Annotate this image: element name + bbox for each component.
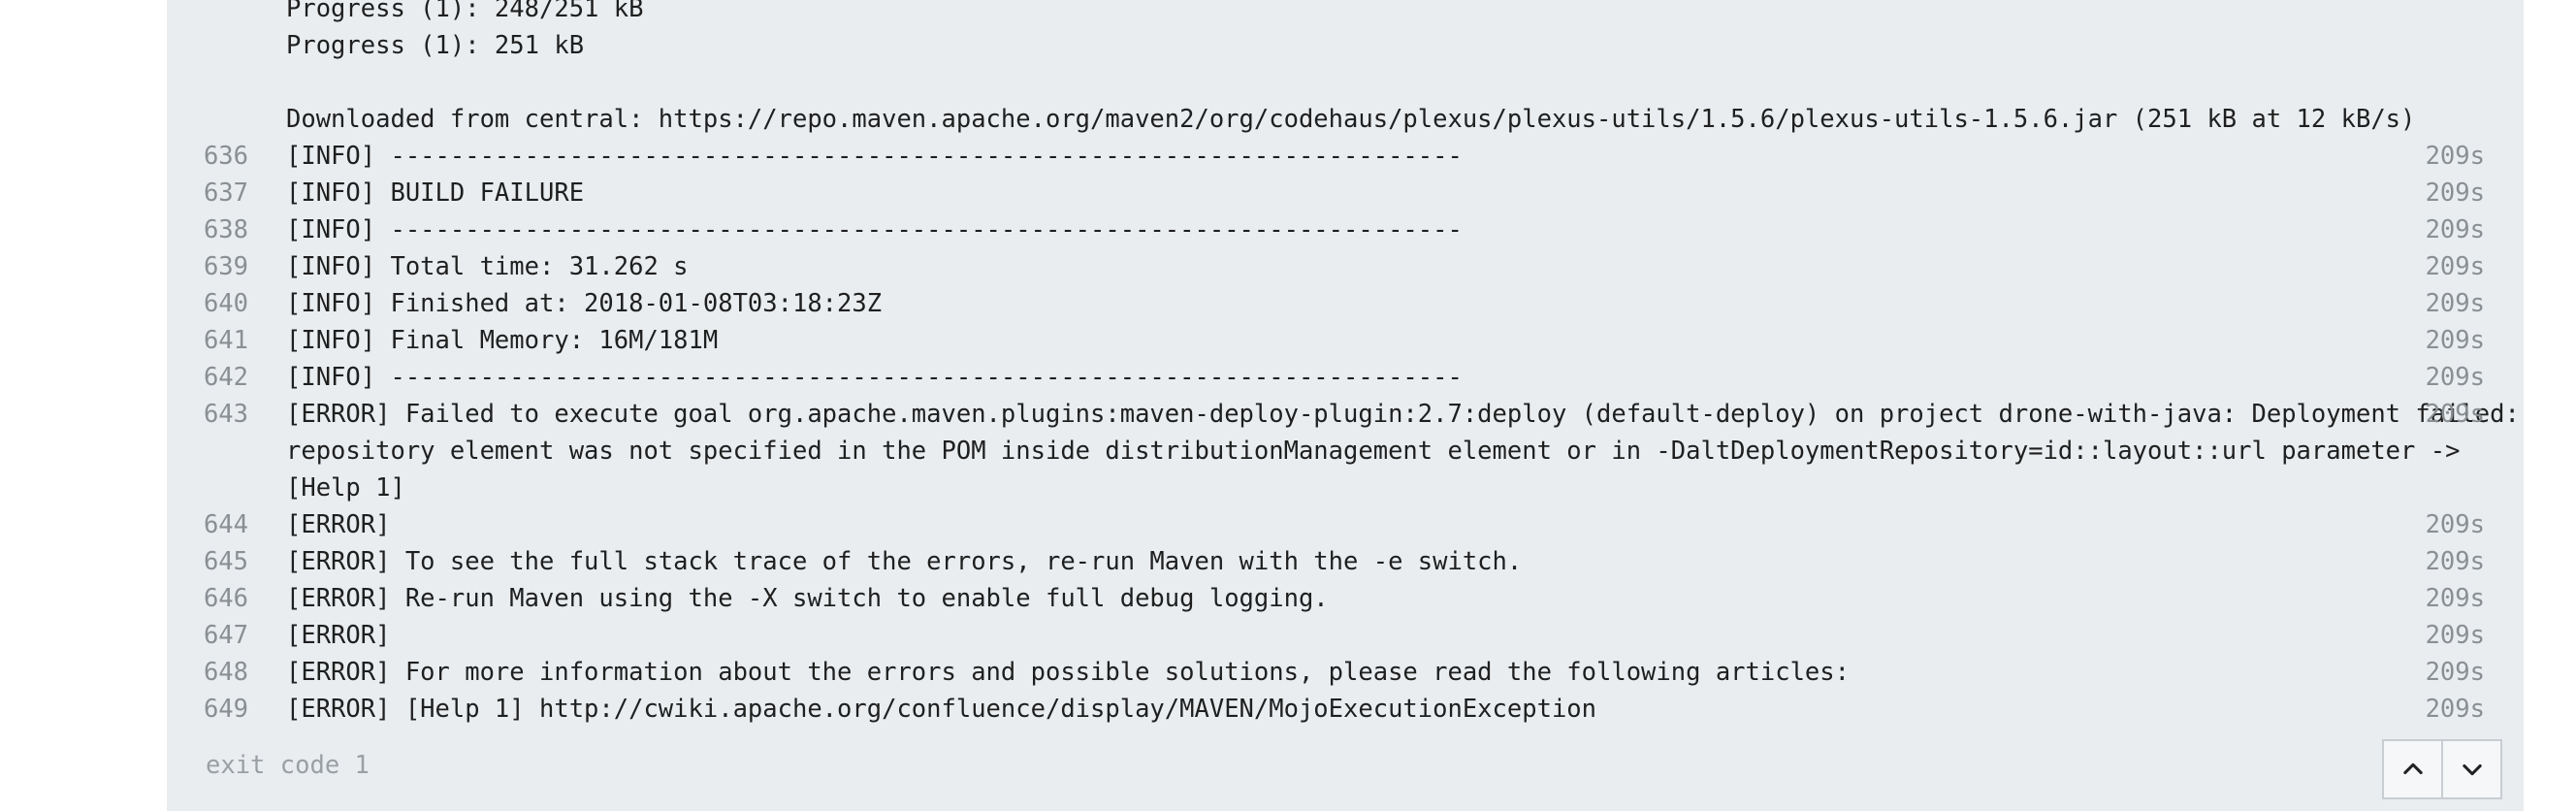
line-text: [ERROR] Failed to execute goal org.apach… [286,400,2520,429]
line-text: [INFO] Total time: 31.262 s [286,252,689,281]
line-time: 209s [2425,142,2485,171]
line-time: 209s [2425,584,2485,613]
line-text: [INFO] ---------------------------------… [286,215,1463,244]
chevron-up-icon [2402,762,2423,775]
line-number[interactable]: 648 [167,654,248,691]
line-text: Progress (1): 248/251 kB [286,0,644,23]
line-time: 209s [2425,178,2485,208]
line-time: 209s [2425,510,2485,539]
line-number[interactable]: 638 [167,211,248,248]
line-time: 209s [2425,400,2485,429]
line-text: [Help 1] [286,473,405,503]
line-text: [INFO] ---------------------------------… [286,142,1463,171]
scroll-controls [2382,739,2502,799]
line-number[interactable]: 643 [167,396,248,433]
line-text: [ERROR] [286,621,391,650]
line-text: [INFO] BUILD FAILURE [286,178,585,208]
line-number[interactable]: 645 [167,543,248,580]
line-number[interactable]: 642 [167,359,248,396]
scroll-down-button[interactable] [2441,741,2500,797]
line-text: Downloaded from central: https://repo.ma… [286,105,2416,134]
line-time: 209s [2425,252,2485,281]
line-text: repository element was not specified in … [286,437,2461,466]
line-text: [INFO] Finished at: 2018-01-08T03:18:23Z [286,289,883,318]
line-text: [ERROR] To see the full stack trace of t… [286,547,1523,576]
line-time: 209s [2425,215,2485,244]
line-number[interactable]: 647 [167,617,248,654]
line-text: [INFO] ---------------------------------… [286,363,1463,392]
line-time: 209s [2425,326,2485,355]
line-time: 209s [2425,658,2485,687]
line-time: 209s [2425,363,2485,392]
line-time: 209s [2425,695,2485,724]
line-text: [ERROR] Re-run Maven using the -X switch… [286,584,1329,613]
build-log-panel: Progress (1): 248/251 kB Progress (1): 25… [167,0,2524,811]
line-time: 209s [2425,547,2485,576]
line-number[interactable]: 640 [167,285,248,322]
line-time: 209s [2425,621,2485,650]
line-number[interactable]: 639 [167,248,248,285]
line-number[interactable]: 637 [167,175,248,211]
scroll-up-button[interactable] [2384,741,2441,797]
line-number[interactable]: 646 [167,580,248,617]
chevron-down-icon [2462,763,2482,776]
exit-code: exit code 1 [206,751,370,780]
line-text: [ERROR] [Help 1] http://cwiki.apache.org… [286,695,1597,724]
line-text: Progress (1): 251 kB [286,31,585,60]
line-number[interactable]: 641 [167,322,248,359]
line-text: [ERROR] [286,510,391,539]
line-text: [ERROR] For more information about the e… [286,658,1850,687]
line-text: [INFO] Final Memory: 16M/181M [286,326,719,355]
line-number[interactable]: 649 [167,691,248,728]
line-number[interactable]: 644 [167,506,248,543]
line-number[interactable]: 636 [167,138,248,175]
line-time: 209s [2425,289,2485,318]
